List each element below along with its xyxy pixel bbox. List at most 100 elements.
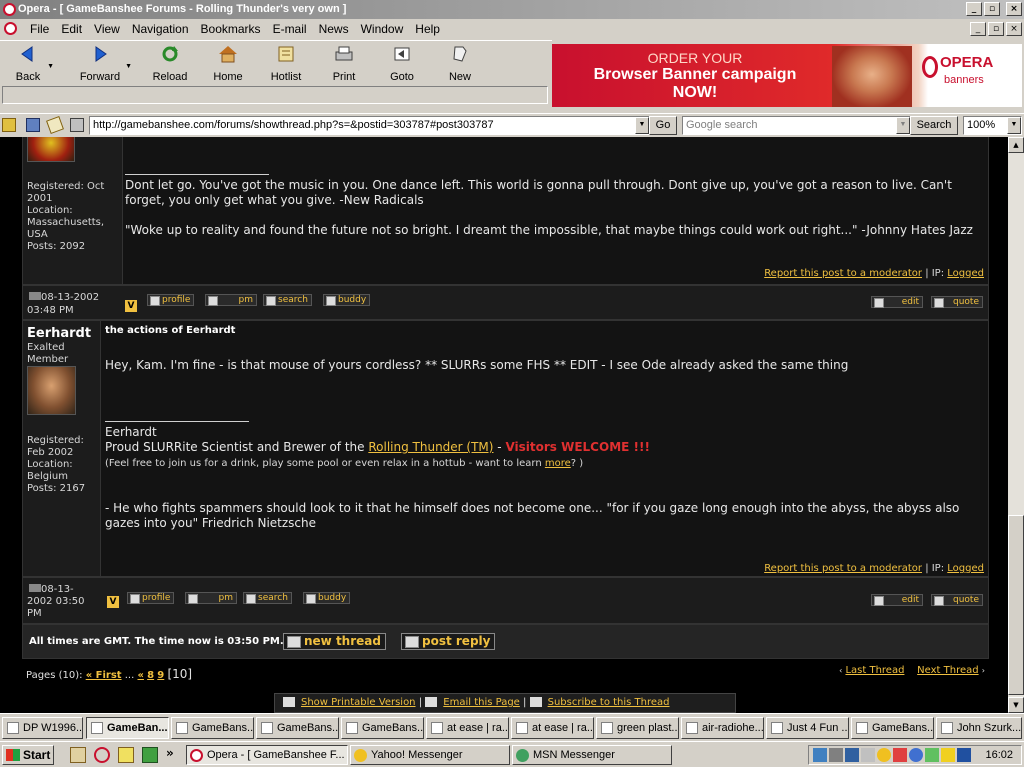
back-button[interactable]: ▼ Back bbox=[0, 45, 56, 83]
zoom-dropdown-arrow-icon[interactable]: ▼ bbox=[1007, 117, 1021, 134]
page-9-link[interactable]: 9 bbox=[157, 670, 164, 681]
subscribe-link[interactable]: Subscribe to this Thread bbox=[548, 697, 670, 708]
wand-icon[interactable] bbox=[2, 118, 16, 132]
scroll-thumb[interactable] bbox=[1008, 515, 1024, 695]
vertical-scrollbar[interactable]: ▲ ▼ bbox=[1008, 137, 1024, 713]
opera-banner-ad[interactable]: ORDER YOUR Browser Banner campaign NOW! … bbox=[552, 44, 1022, 107]
menu-edit[interactable]: Edit bbox=[55, 19, 88, 39]
rolling-thunder-link[interactable]: Rolling Thunder (TM) bbox=[368, 440, 493, 454]
tray-monitor-icon[interactable] bbox=[829, 748, 843, 762]
hotlist-button[interactable]: Hotlist bbox=[258, 45, 314, 83]
more-link[interactable]: more bbox=[545, 458, 571, 469]
scroll-up-icon[interactable]: ▲ bbox=[1008, 137, 1024, 153]
scroll-down-icon[interactable]: ▼ bbox=[1008, 697, 1024, 713]
new-thread-button[interactable]: new thread bbox=[283, 633, 386, 650]
notes-icon[interactable] bbox=[46, 116, 64, 134]
post1-pm-button[interactable]: pm bbox=[205, 294, 257, 306]
menu-navigation[interactable]: Navigation bbox=[126, 19, 195, 39]
quicklaunch-app-icon[interactable] bbox=[142, 747, 158, 763]
go-button[interactable]: Go bbox=[649, 116, 677, 135]
post2-report-link[interactable]: Report this post to a moderator bbox=[764, 563, 922, 574]
prev-page-link[interactable]: « bbox=[137, 670, 143, 681]
first-page-link[interactable]: « First bbox=[86, 670, 122, 681]
forward-button[interactable]: ▼ Forward bbox=[72, 45, 132, 83]
quicklaunch-folder-icon[interactable] bbox=[118, 747, 134, 763]
post2-username[interactable]: Eerhardt bbox=[27, 326, 91, 341]
menu-bookmarks[interactable]: Bookmarks bbox=[195, 19, 267, 39]
post2-v-icon[interactable]: V bbox=[107, 596, 119, 608]
post1-report-link[interactable]: Report this post to a moderator bbox=[764, 268, 922, 279]
post1-buddy-button[interactable]: buddy bbox=[323, 294, 371, 306]
tray-globe-icon[interactable] bbox=[909, 748, 923, 762]
page-8-link[interactable]: 8 bbox=[147, 670, 154, 681]
start-button[interactable]: Start bbox=[2, 745, 54, 765]
tray-app-icon[interactable] bbox=[845, 748, 859, 762]
maximize-button[interactable]: ▫ bbox=[984, 2, 1000, 16]
goto-button[interactable]: Goto bbox=[374, 45, 430, 83]
post2-buddy-button[interactable]: buddy bbox=[303, 592, 351, 604]
window-tab-7[interactable]: at ease | ra... bbox=[511, 717, 594, 739]
post1-profile-button[interactable]: profile bbox=[147, 294, 195, 306]
post1-edit-button[interactable]: edit bbox=[871, 296, 923, 308]
window-tab-9[interactable]: air-radiohe... bbox=[681, 717, 764, 739]
window-tab-1[interactable]: DP W1996... bbox=[2, 717, 83, 739]
menu-email[interactable]: E-mail bbox=[267, 19, 313, 39]
mdi-close-button[interactable]: × bbox=[1006, 22, 1022, 36]
post2-search-button[interactable]: search bbox=[243, 592, 292, 604]
post2-ip-link[interactable]: Logged bbox=[947, 563, 984, 574]
print-button[interactable]: Print bbox=[316, 45, 372, 83]
window-tab-10[interactable]: Just 4 Fun ... bbox=[766, 717, 849, 739]
window-tab-2[interactable]: GameBan... bbox=[86, 717, 169, 739]
taskbar-opera[interactable]: Opera - [ GameBanshee F... bbox=[186, 745, 348, 765]
search-input[interactable]: Google search ▼ bbox=[682, 116, 911, 135]
post1-search-button[interactable]: search bbox=[263, 294, 312, 306]
window-tab-5[interactable]: GameBans... bbox=[341, 717, 424, 739]
menu-news[interactable]: News bbox=[313, 19, 355, 39]
zoom-select[interactable]: 100% ▼ bbox=[963, 116, 1022, 135]
tray-network-icon[interactable] bbox=[813, 748, 827, 762]
post2-quote-button[interactable]: quote bbox=[931, 594, 983, 606]
tray-heart-icon[interactable] bbox=[893, 748, 907, 762]
post2-edit-button[interactable]: edit bbox=[871, 594, 923, 606]
menu-file[interactable]: File bbox=[24, 19, 55, 39]
opera-menu-icon[interactable] bbox=[4, 22, 17, 35]
window-tab-12[interactable]: John Szurk... bbox=[936, 717, 1022, 739]
mdi-minimize-button[interactable]: _ bbox=[970, 22, 986, 36]
window-tab-11[interactable]: GameBans... bbox=[851, 717, 934, 739]
post-reply-button[interactable]: post reply bbox=[401, 633, 496, 650]
post1-quote-button[interactable]: quote bbox=[931, 296, 983, 308]
minimize-button[interactable]: _ bbox=[966, 2, 982, 16]
window-title-bar[interactable]: Opera - [ GameBanshee Forums - Rolling T… bbox=[0, 0, 1024, 19]
menu-help[interactable]: Help bbox=[409, 19, 446, 39]
post2-pm-button[interactable]: pm bbox=[185, 592, 237, 604]
new-button[interactable]: New bbox=[432, 45, 488, 83]
last-thread-link[interactable]: Last Thread bbox=[845, 665, 904, 676]
taskbar-yahoo-messenger[interactable]: Yahoo! Messenger bbox=[350, 745, 510, 765]
menu-window[interactable]: Window bbox=[355, 19, 410, 39]
window-tab-6[interactable]: at ease | ra... bbox=[426, 717, 509, 739]
tray-yahoo-icon[interactable] bbox=[877, 748, 891, 762]
post1-v-icon[interactable]: V bbox=[125, 300, 137, 312]
post2-profile-button[interactable]: profile bbox=[127, 592, 175, 604]
search-button[interactable]: Search bbox=[910, 116, 958, 135]
close-button[interactable]: × bbox=[1006, 2, 1022, 16]
tray-shield-icon[interactable] bbox=[957, 748, 971, 762]
screen-icon[interactable] bbox=[26, 118, 40, 132]
tray-speaker-icon[interactable] bbox=[861, 748, 875, 762]
tray-msn-icon[interactable] bbox=[925, 748, 939, 762]
home-button[interactable]: Home bbox=[200, 45, 256, 83]
printable-version-link[interactable]: Show Printable Version bbox=[301, 697, 416, 708]
cookie-icon[interactable] bbox=[70, 118, 84, 132]
window-tab-3[interactable]: GameBans... bbox=[171, 717, 254, 739]
menu-view[interactable]: View bbox=[88, 19, 126, 39]
window-tab-8[interactable]: green plast... bbox=[596, 717, 679, 739]
quicklaunch-more-icon[interactable]: » bbox=[166, 746, 174, 760]
url-input[interactable]: http://gamebanshee.com/forums/showthread… bbox=[89, 116, 650, 135]
window-tab-4[interactable]: GameBans... bbox=[256, 717, 339, 739]
taskbar-msn-messenger[interactable]: MSN Messenger bbox=[512, 745, 672, 765]
post1-ip-link[interactable]: Logged bbox=[947, 268, 984, 279]
search-dropdown-arrow-icon[interactable]: ▼ bbox=[896, 117, 910, 134]
reload-button[interactable]: Reload bbox=[142, 45, 198, 83]
tray-za-icon[interactable] bbox=[941, 748, 955, 762]
email-page-link[interactable]: Email this Page bbox=[443, 697, 520, 708]
